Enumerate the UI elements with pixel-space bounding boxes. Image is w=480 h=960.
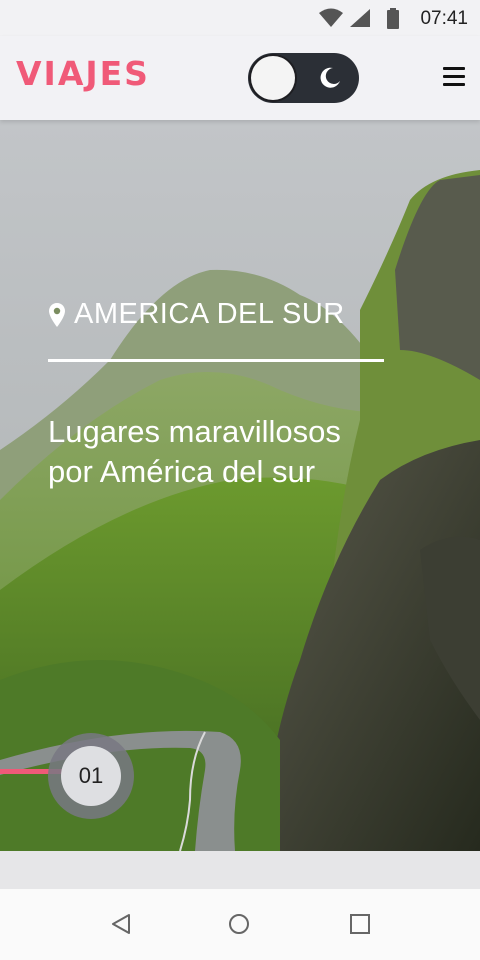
slide-indicator[interactable]: 01 — [48, 733, 134, 819]
back-icon[interactable] — [110, 913, 132, 935]
dark-mode-toggle[interactable] — [248, 53, 359, 103]
location-label: AMERICA DEL SUR — [48, 298, 345, 331]
toggle-knob — [251, 56, 295, 100]
menu-line — [443, 67, 465, 70]
wifi-icon — [319, 8, 343, 27]
recents-icon[interactable] — [349, 913, 371, 935]
location-divider — [48, 359, 384, 362]
location-text: AMERICA DEL SUR — [74, 298, 345, 330]
system-nav-bar — [0, 889, 480, 960]
hero-title-line: Lugares maravillosos — [48, 414, 341, 449]
hamburger-menu-icon[interactable] — [443, 67, 465, 87]
hero-title-line: por América del sur — [48, 454, 316, 489]
app-logo[interactable]: VIAJES — [16, 54, 150, 93]
status-time: 07:41 — [420, 8, 468, 29]
hero-title: Lugares maravillosos por América del sur — [48, 412, 428, 492]
moon-icon — [320, 67, 340, 88]
battery-icon — [387, 8, 399, 29]
home-icon[interactable] — [228, 913, 250, 935]
signal-icon — [350, 9, 370, 27]
menu-line — [443, 83, 465, 86]
map-pin-icon — [49, 302, 65, 327]
status-bar: 07:41 — [0, 0, 480, 36]
hero-slide[interactable]: AMERICA DEL SUR Lugares maravillosos por… — [0, 120, 480, 851]
app-header: VIAJES — [0, 36, 480, 120]
slide-number: 01 — [61, 746, 121, 806]
menu-line — [443, 75, 465, 78]
content-strip — [0, 851, 480, 889]
